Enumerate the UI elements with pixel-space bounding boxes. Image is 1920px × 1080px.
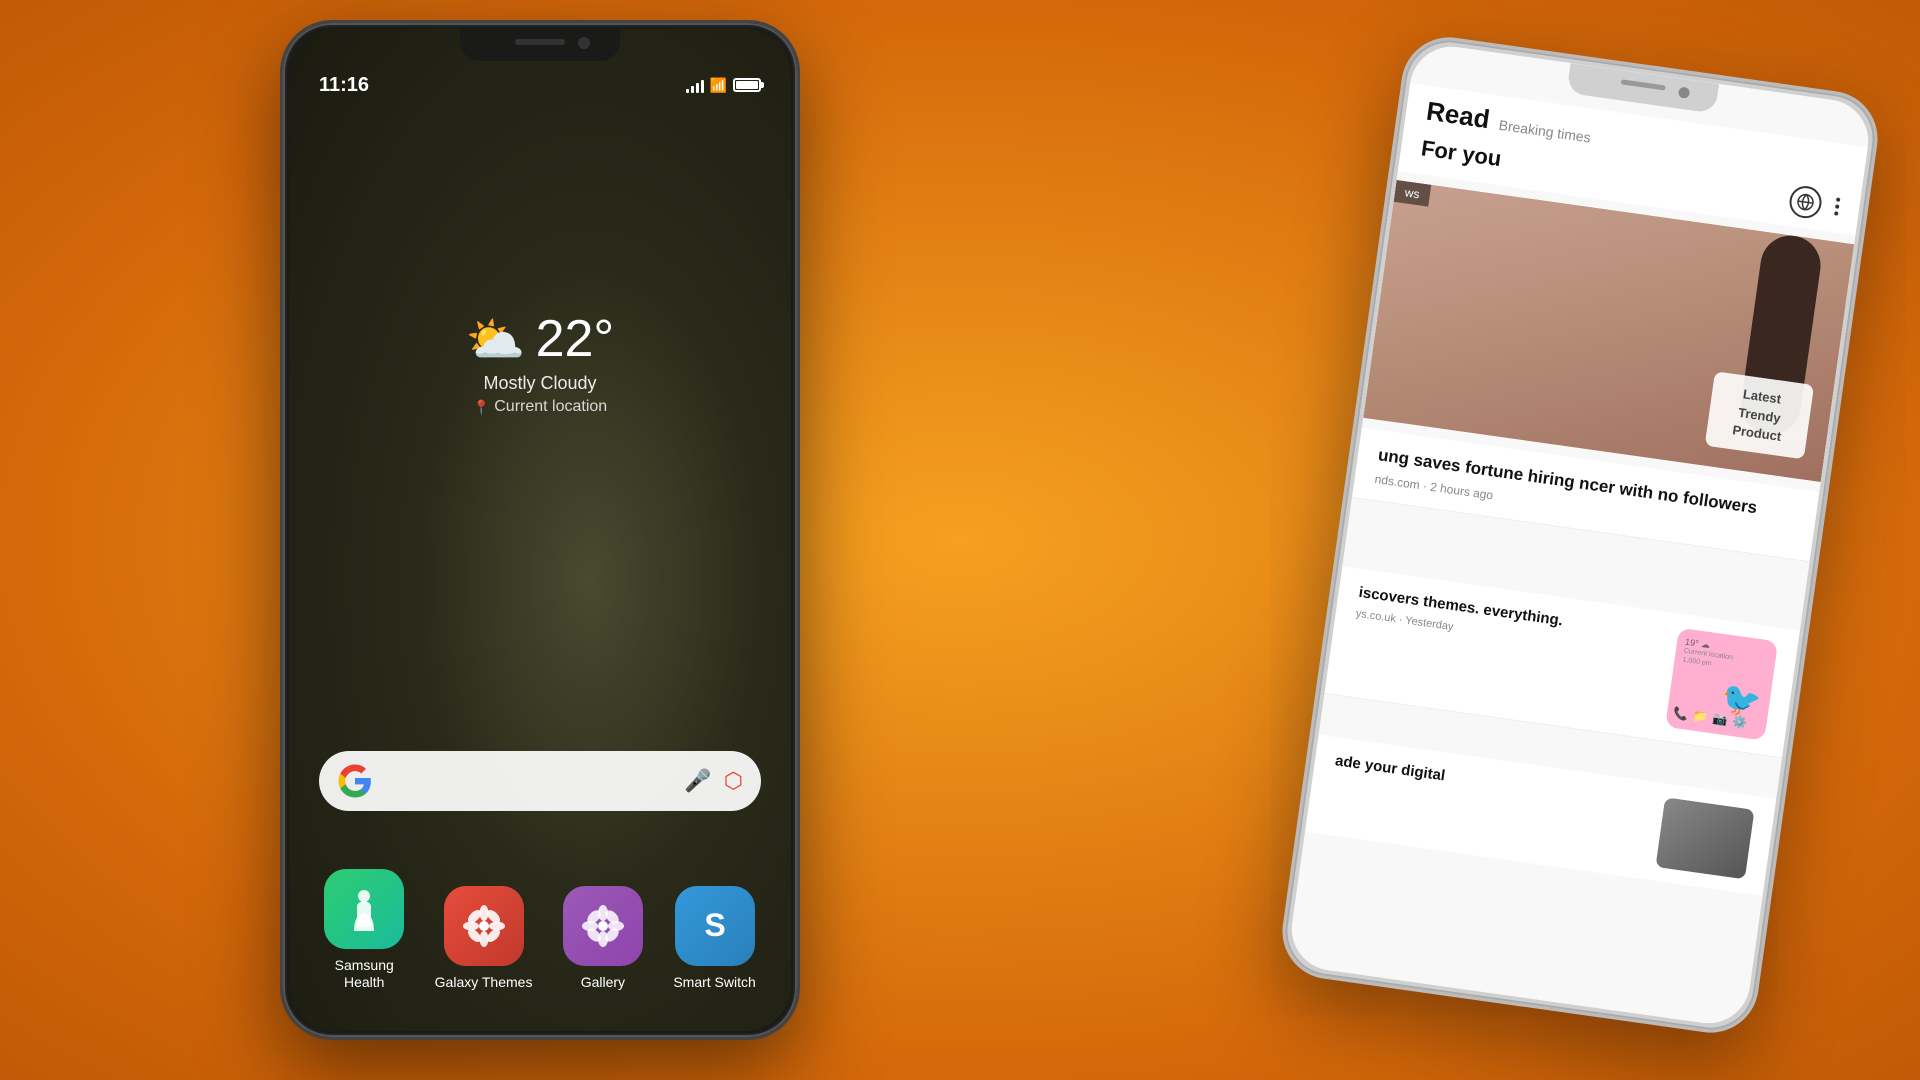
signal-bar-1 [686, 89, 689, 93]
phone-right: Read Breaking times For you [1276, 31, 1884, 1039]
news-tag: ws [1394, 180, 1431, 207]
google-search-bar[interactable]: 🎤 ⬡ [319, 751, 761, 811]
notch-right [1566, 63, 1719, 114]
signal-icon [686, 77, 704, 93]
weather-widget: ⛅ 22° Mostly Cloudy 📍 Current location [466, 309, 614, 416]
weather-main: ⛅ 22° [466, 309, 614, 369]
widget-settings-icon: ⚙️ [1731, 714, 1748, 730]
weather-icon: ⛅ [466, 311, 526, 368]
right-phone-power-button[interactable] [1844, 299, 1859, 369]
galaxy-themes-icon[interactable] [444, 886, 524, 966]
article-3-img-bg [1656, 797, 1755, 879]
hero-article-image[interactable]: Latest Trendy Product [1363, 180, 1854, 482]
globe-icon[interactable] [1787, 184, 1823, 220]
samsung-health-label: SamsungHealth [335, 957, 394, 991]
dot-3 [1834, 211, 1839, 216]
article-1-source: nds.com [1374, 472, 1421, 492]
article-2-time: Yesterday [1405, 614, 1455, 633]
battery-fill [736, 81, 758, 89]
globe-svg [1795, 192, 1815, 212]
article-item-2[interactable]: iscovers themes. everything. ys.co.uk · … [1324, 566, 1799, 758]
widget-folder-icon: 📁 [1692, 709, 1709, 725]
app-item-gallery[interactable]: Gallery [563, 886, 643, 991]
for-you-label: For you [1419, 135, 1503, 172]
voice-search-icon[interactable]: 🎤 [684, 768, 711, 794]
more-options-icon[interactable] [1834, 197, 1840, 215]
home-screen: 11:16 📶 ⛅ 2 [289, 29, 791, 1031]
phone-left-inner: 11:16 📶 ⛅ 2 [289, 29, 791, 1031]
gallery-label: Gallery [581, 974, 625, 991]
news-tag-text: ws [1404, 185, 1420, 201]
product-card: Latest Trendy Product [1705, 372, 1814, 460]
location-text: Current location [494, 398, 607, 416]
signal-bar-2 [691, 86, 694, 93]
dot-2 [1835, 204, 1840, 209]
smart-switch-label: Smart Switch [673, 974, 755, 991]
themes-flower-icon [461, 903, 507, 949]
volume-up-button[interactable] [280, 223, 282, 283]
app-tagline: Breaking times [1498, 117, 1592, 146]
person-image: Latest Trendy Product [1363, 180, 1854, 482]
app-item-samsung-health[interactable]: SamsungHealth [324, 869, 404, 991]
dot-1 [1836, 197, 1841, 202]
article-3-text-content: ade your digital [1334, 751, 1652, 815]
phone-left: 11:16 📶 ⛅ 2 [280, 20, 800, 1040]
weather-description: Mostly Cloudy [466, 373, 614, 394]
article-3-image [1656, 797, 1755, 879]
product-card-text: Latest Trendy Product [1732, 387, 1783, 444]
widget-camera-icon: 📷 [1712, 711, 1729, 727]
front-camera [578, 37, 590, 49]
signal-bar-3 [696, 83, 699, 93]
smart-switch-s-icon: S [693, 904, 737, 948]
gallery-flower-icon [581, 904, 625, 948]
app-item-smart-switch[interactable]: S Smart Switch [673, 886, 755, 991]
article-item-3[interactable]: ade your digital [1305, 735, 1776, 896]
lens-search-icon[interactable]: ⬡ [724, 768, 743, 794]
weather-location: 📍 Current location [466, 398, 614, 416]
right-front-camera [1678, 86, 1690, 98]
widget-phone-icon: 📞 [1672, 706, 1689, 722]
status-time: 11:16 [319, 74, 369, 97]
samsung-health-icon[interactable] [324, 869, 404, 949]
app-item-galaxy-themes[interactable]: Galaxy Themes [435, 886, 533, 991]
article-1-time: 2 hours ago [1429, 480, 1494, 503]
article-3-title: ade your digital [1334, 751, 1652, 815]
smart-switch-icon[interactable]: S [675, 886, 755, 966]
app-name-label: Read [1424, 96, 1491, 136]
google-logo-icon [337, 763, 373, 799]
news-screen: Read Breaking times For you [1286, 41, 1873, 1028]
article-2-source: ys.co.uk [1355, 607, 1397, 625]
status-icons: 📶 [686, 77, 761, 94]
temperature-display: 22° [536, 309, 615, 369]
article-2-widget-image: 19° ☁ Current location1,000 pm 🐦 📞 📁 📷 ⚙… [1665, 628, 1778, 741]
app-dock: SamsungHealth [309, 869, 771, 991]
speaker [515, 39, 565, 45]
galaxy-themes-label: Galaxy Themes [435, 974, 533, 991]
power-button[interactable] [798, 263, 800, 343]
gallery-icon[interactable] [563, 886, 643, 966]
status-bar: 11:16 📶 [289, 65, 791, 105]
svg-text:S: S [704, 907, 725, 943]
article-2-text-content: iscovers themes. everything. ys.co.uk · … [1355, 583, 1665, 662]
battery-icon [733, 78, 761, 92]
volume-down-button[interactable] [280, 303, 282, 363]
header-action-icons [1787, 184, 1841, 223]
right-speaker [1621, 79, 1666, 90]
health-figure-icon [342, 887, 386, 931]
wifi-icon: 📶 [710, 77, 727, 94]
notch-left [460, 29, 620, 61]
signal-bar-4 [701, 80, 704, 93]
location-pin-icon: 📍 [473, 399, 490, 416]
phone-right-inner: Read Breaking times For you [1286, 41, 1873, 1028]
